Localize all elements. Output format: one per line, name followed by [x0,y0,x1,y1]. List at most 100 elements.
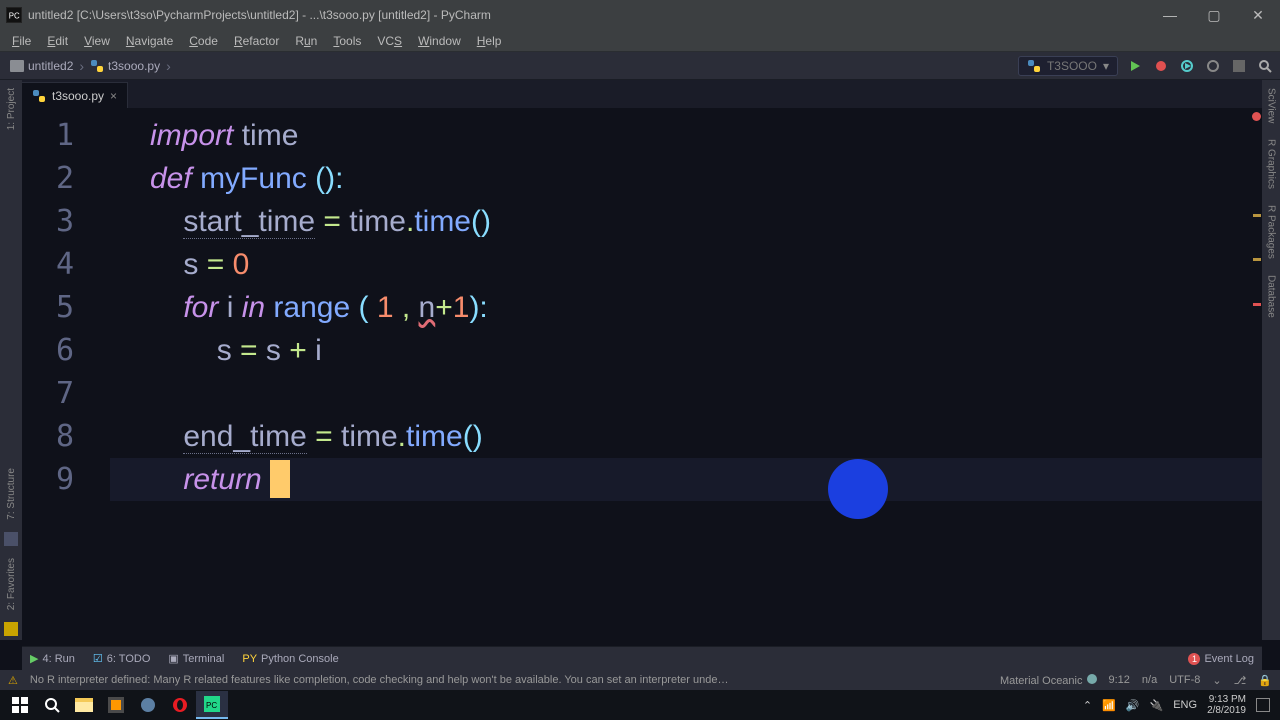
run-config-selector[interactable]: T3SOOO ▾ [1018,56,1118,76]
status-theme[interactable]: Material Oceanic [1000,674,1097,687]
var-start-time: start_time [183,205,315,239]
keyword: import [150,119,233,152]
tray-expand-icon[interactable]: ⌃ [1083,699,1092,712]
menu-edit[interactable]: Edit [41,32,74,50]
structure-icon [4,532,18,546]
editor-tab[interactable]: t3sooo.py × [22,82,128,108]
tray-network-icon[interactable]: 📶 [1102,699,1116,712]
crumb-project[interactable]: untitled2 [6,59,77,73]
search-button[interactable] [36,691,68,719]
line-number: 4 [22,243,92,286]
tool-rpackages[interactable]: R Packages [1264,197,1279,267]
status-na: n/a [1142,674,1157,686]
tool-sciview[interactable]: SciView [1264,80,1279,131]
tool-python-console[interactable]: PYPython Console [242,653,338,665]
close-button[interactable]: ✕ [1236,0,1280,30]
favorites-icon [4,622,18,636]
var-s: s [183,248,198,281]
op: + [435,291,453,324]
line-number: 8 [22,415,92,458]
pycharm-icon: PC [6,7,22,23]
tool-terminal[interactable]: ▣Terminal [168,652,224,665]
obj: time [349,205,406,238]
call: time [406,420,463,453]
error-marker[interactable] [1253,303,1261,306]
tool-event-log[interactable]: Event Log [1204,653,1254,665]
line-number: 9 [22,458,92,501]
code-editor[interactable]: import time def myFunc (): start_time = … [110,108,1262,640]
call: time [414,205,471,238]
tool-run[interactable]: ▶4: Run [30,652,75,665]
tool-terminal-label: Terminal [183,653,225,665]
crumb-file[interactable]: t3sooo.py [86,59,164,73]
menu-navigate[interactable]: Navigate [120,32,179,50]
start-button[interactable] [4,691,36,719]
fold-gutter [92,108,110,640]
menu-help[interactable]: Help [471,32,508,50]
tool-todo[interactable]: ☑6: TODO [93,652,150,665]
warn-marker[interactable] [1253,258,1261,261]
menu-code[interactable]: Code [183,32,224,50]
menu-refactor[interactable]: Refactor [228,32,285,50]
module-name: time [242,119,299,152]
tool-project[interactable]: 1: Project [4,80,19,138]
paren: ): [469,291,487,324]
paren: () [463,420,483,453]
tray-clock[interactable]: 9:13 PM 2/8/2019 [1207,694,1246,716]
func-name: myFunc [200,162,307,195]
menu-window[interactable]: Window [412,32,467,50]
tool-favorites[interactable]: 2: Favorites [4,550,19,618]
stop-button[interactable] [1230,57,1248,75]
menu-run[interactable]: Run [289,32,323,50]
tray-power-icon[interactable]: 🔌 [1150,699,1164,712]
chevron-down-icon: ▾ [1103,59,1109,73]
search-everywhere-button[interactable] [1256,57,1274,75]
python-file-icon [32,89,46,103]
tray-notifications-icon[interactable] [1256,698,1270,712]
tray-time: 9:13 PM [1207,694,1246,705]
tool-structure[interactable]: 7: Structure [4,460,19,528]
line-number: 5 [22,286,92,329]
status-git[interactable]: ⎇ [1234,674,1247,687]
error-stripe-indicator [1252,112,1261,121]
taskbar-explorer[interactable] [68,691,100,719]
editor-tab-label: t3sooo.py [52,89,104,103]
attach-button[interactable] [1204,57,1222,75]
tray-language[interactable]: ENG [1173,699,1197,711]
tool-database[interactable]: Database [1264,267,1279,326]
minimize-button[interactable]: — [1148,0,1192,30]
tray-volume-icon[interactable]: 🔊 [1126,699,1140,712]
taskbar-pycharm[interactable]: PC [196,691,228,719]
svg-text:PC: PC [206,701,217,710]
menu-file[interactable]: File [6,32,37,50]
taskbar-opera[interactable] [164,691,196,719]
run-button[interactable] [1126,57,1144,75]
op: = [315,420,333,453]
warn-marker[interactable] [1253,214,1261,217]
keyword: def [150,162,192,195]
status-lock-icon[interactable]: 🔒 [1258,674,1272,687]
status-warn-icon: ⚠ [8,674,18,687]
python-file-icon [90,59,104,73]
taskbar-app[interactable] [132,691,164,719]
op: = [323,205,341,238]
status-encoding[interactable]: UTF-8 [1169,674,1200,686]
editor-area[interactable]: 1 2 3 4 5 6 7 8 9 import time def myFunc… [22,108,1262,640]
debug-button[interactable] [1152,57,1170,75]
line-number: 7 [22,372,92,415]
window-titlebar: PC untitled2 [C:\Users\t3so\PycharmProje… [0,0,1280,30]
op: = [240,334,258,367]
num: 1 [377,291,394,324]
run-coverage-button[interactable] [1178,57,1196,75]
python-icon [1027,59,1041,73]
var-s: s [217,334,232,367]
menu-tools[interactable]: Tools [327,32,367,50]
menu-vcs[interactable]: VCS [371,32,408,50]
taskbar-sublime[interactable] [100,691,132,719]
tool-rgraphics[interactable]: R Graphics [1264,131,1279,197]
menu-view[interactable]: View [78,32,116,50]
var-i: i [315,334,322,367]
maximize-button[interactable]: ▢ [1192,0,1236,30]
close-tab-icon[interactable]: × [110,89,117,103]
obj: time [341,420,398,453]
